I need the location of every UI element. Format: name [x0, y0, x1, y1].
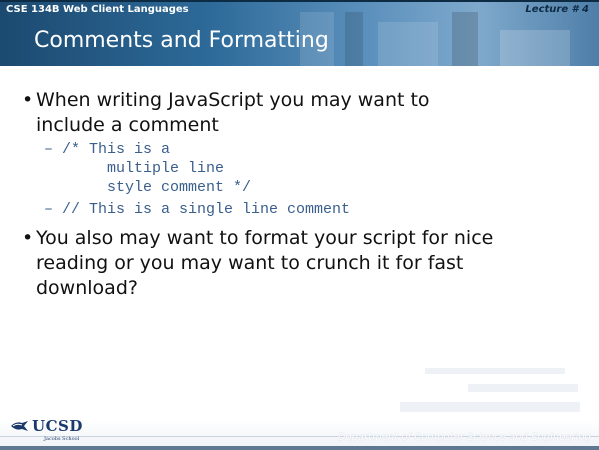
logo-wordmark: UCSD: [32, 417, 83, 435]
bullet-text-line: You also may want to format your script …: [36, 227, 494, 249]
bullet-text-line: include a comment: [36, 114, 219, 136]
ucsd-logo-icon: [11, 421, 28, 431]
slide: CSE 134B Web Client Languages Lecture # …: [0, 0, 599, 450]
slide-header: CSE 134B Web Client Languages Lecture # …: [0, 0, 599, 66]
course-label: CSE 134B Web Client Languages: [6, 4, 189, 15]
bullet-text-line: When writing JavaScript you may want to: [36, 89, 430, 111]
department-name: Department of Computer Science and Engin…: [337, 432, 591, 443]
bullet-point: • When writing JavaScript you may want t…: [22, 88, 430, 138]
footer-decoration: [468, 384, 578, 392]
bullet-text-line: reading or you may want to crunch it for…: [36, 252, 464, 274]
bullet-icon: •: [22, 89, 34, 111]
lecture-number: Lecture # 4: [525, 4, 589, 15]
footer-bar: [0, 446, 599, 450]
ucsd-logo: UCSD Jacobs School: [10, 415, 105, 445]
slide-content: • When writing JavaScript you may want t…: [0, 66, 599, 406]
header-decoration: [378, 22, 438, 66]
bullet-point: • You also may want to format your scrip…: [22, 226, 494, 301]
code-line: multiple line: [44, 160, 225, 177]
header-decoration: [452, 12, 478, 66]
header-top-rule: [0, 0, 599, 2]
bullet-icon: •: [22, 227, 34, 249]
bullet-text-line: download?: [36, 277, 138, 299]
header-decoration: [500, 30, 570, 66]
slide-title: Comments and Formatting: [34, 28, 329, 53]
header-decoration: [345, 12, 363, 66]
code-line: – // This is a single line comment: [44, 201, 351, 218]
footer-decoration: [400, 402, 580, 412]
code-line: – /* This is a: [44, 141, 171, 158]
footer-decoration: [425, 368, 565, 374]
code-line: style comment */: [44, 179, 252, 196]
logo-subtitle: Jacobs School: [44, 436, 80, 442]
